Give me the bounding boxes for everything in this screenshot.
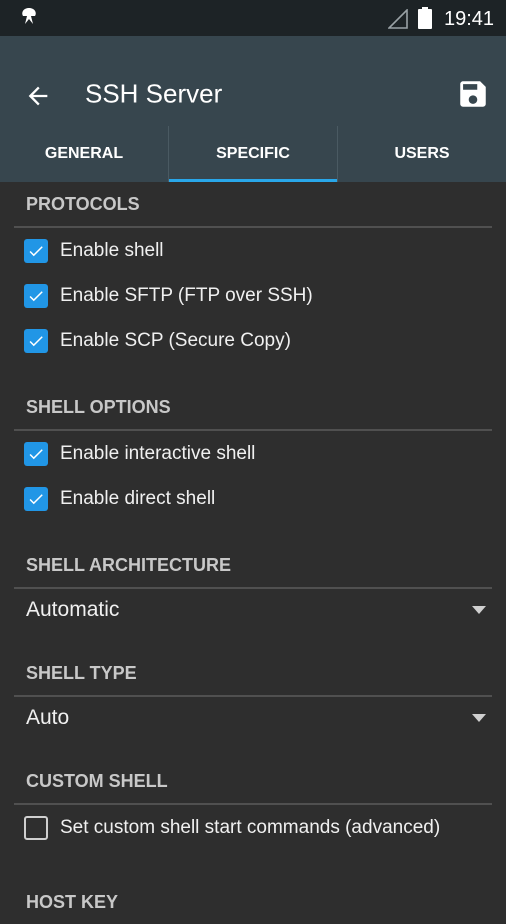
dropdown-arrow-icon[interactable] — [472, 606, 486, 614]
checkbox-checked-icon[interactable] — [24, 441, 48, 466]
checkbox-checked-icon[interactable] — [24, 238, 48, 263]
app-icon — [22, 8, 36, 24]
enable-direct-shell-option[interactable]: Enable direct shell — [0, 476, 506, 521]
section-header-custom-shell: CUSTOM SHELL — [14, 759, 492, 805]
toolbar: SSH Server — [0, 36, 506, 126]
tab-bar: GENERAL SPECIFIC USERS — [0, 126, 506, 182]
shell-type-dropdown[interactable]: Auto — [0, 697, 506, 739]
tab-specific[interactable]: SPECIFIC — [169, 126, 338, 182]
status-time: 19:41 — [444, 8, 495, 30]
section-header-shell-type: SHELL TYPE — [14, 651, 492, 697]
dropdown-value: Auto — [26, 706, 70, 729]
enable-interactive-shell-option[interactable]: Enable interactive shell — [0, 431, 506, 476]
custom-shell-commands-option[interactable]: Set custom shell start commands (advance… — [0, 805, 506, 850]
section-header-shell-architecture: SHELL ARCHITECTURE — [14, 543, 492, 589]
page-title: SSH Server — [85, 78, 223, 109]
option-label: Enable direct shell — [60, 487, 216, 509]
enable-shell-option[interactable]: Enable shell — [0, 228, 506, 273]
checkbox-checked-icon[interactable] — [24, 486, 48, 511]
option-label: Enable interactive shell — [60, 442, 256, 464]
enable-sftp-option[interactable]: Enable SFTP (FTP over SSH) — [0, 273, 506, 318]
option-label: Enable SCP (Secure Copy) — [60, 329, 291, 351]
battery-icon — [418, 7, 432, 29]
settings-list: PROTOCOLS Enable shell Enable SFTP (FTP … — [0, 182, 506, 924]
tab-general[interactable]: GENERAL — [0, 126, 169, 182]
checkbox-unchecked-icon[interactable] — [24, 815, 48, 840]
tab-users[interactable]: USERS — [338, 126, 506, 182]
option-label: Enable shell — [60, 239, 164, 261]
status-bar: 19:41 — [0, 0, 506, 36]
checkbox-checked-icon[interactable] — [24, 328, 48, 353]
arrow-left-icon[interactable] — [24, 82, 52, 110]
section-header-shell-options: SHELL OPTIONS — [14, 385, 492, 431]
dropdown-arrow-icon[interactable] — [472, 714, 486, 722]
option-label: Set custom shell start commands (advance… — [60, 816, 441, 838]
signal-icon — [388, 9, 408, 29]
checkbox-checked-icon[interactable] — [24, 283, 48, 308]
dropdown-value: Automatic — [26, 598, 120, 621]
section-header-host-key: HOST KEY — [26, 892, 119, 912]
section-header-protocols: PROTOCOLS — [14, 182, 492, 228]
option-label: Enable SFTP (FTP over SSH) — [60, 284, 313, 306]
enable-scp-option[interactable]: Enable SCP (Secure Copy) — [0, 318, 506, 363]
floppy-save-icon[interactable] — [456, 77, 490, 111]
shell-architecture-dropdown[interactable]: Automatic — [0, 589, 506, 631]
